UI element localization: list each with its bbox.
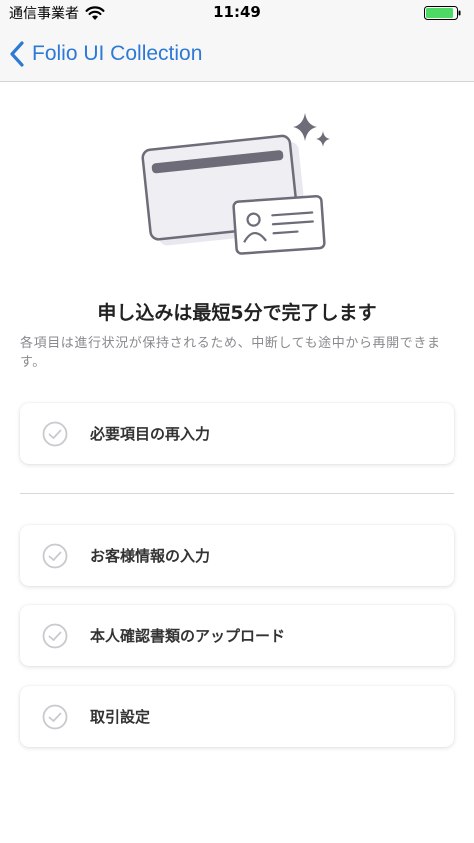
card-and-id-illustration [141,113,330,255]
step-item-customer-info[interactable]: お客様情報の入力 [20,525,454,586]
chevron-left-icon [10,41,24,67]
nav-back-title: Folio UI Collection [32,42,203,65]
section-divider [20,493,454,494]
nav-bar: Folio UI Collection [0,26,474,82]
check-circle-icon [42,704,68,729]
page-headline: 申し込みは最短5分で完了します [97,302,377,324]
clock: 11:49 [213,3,261,21]
battery-icon [424,6,461,20]
step-item-id-upload[interactable]: 本人確認書類のアップロード [20,605,454,666]
step-label: 本人確認書類のアップロード [90,627,286,645]
step-label: 取引設定 [90,708,151,726]
step-label: 必要項目の再入力 [90,425,211,443]
check-circle-icon [42,543,68,568]
step-item-reenter-required[interactable]: 必要項目の再入力 [20,403,454,464]
back-button[interactable]: Folio UI Collection [8,38,202,70]
check-circle-icon [42,421,68,446]
sparkle-icon [293,113,330,147]
page-description: 各項目は進行状況が保持されるため、中断しても途中から再開できます。 [20,336,441,370]
step-label: お客様情報の入力 [90,547,211,565]
step-item-trade-settings[interactable]: 取引設定 [20,686,454,747]
status-bar: 通信事業者 11:49 [0,0,474,26]
check-circle-icon [42,623,68,648]
